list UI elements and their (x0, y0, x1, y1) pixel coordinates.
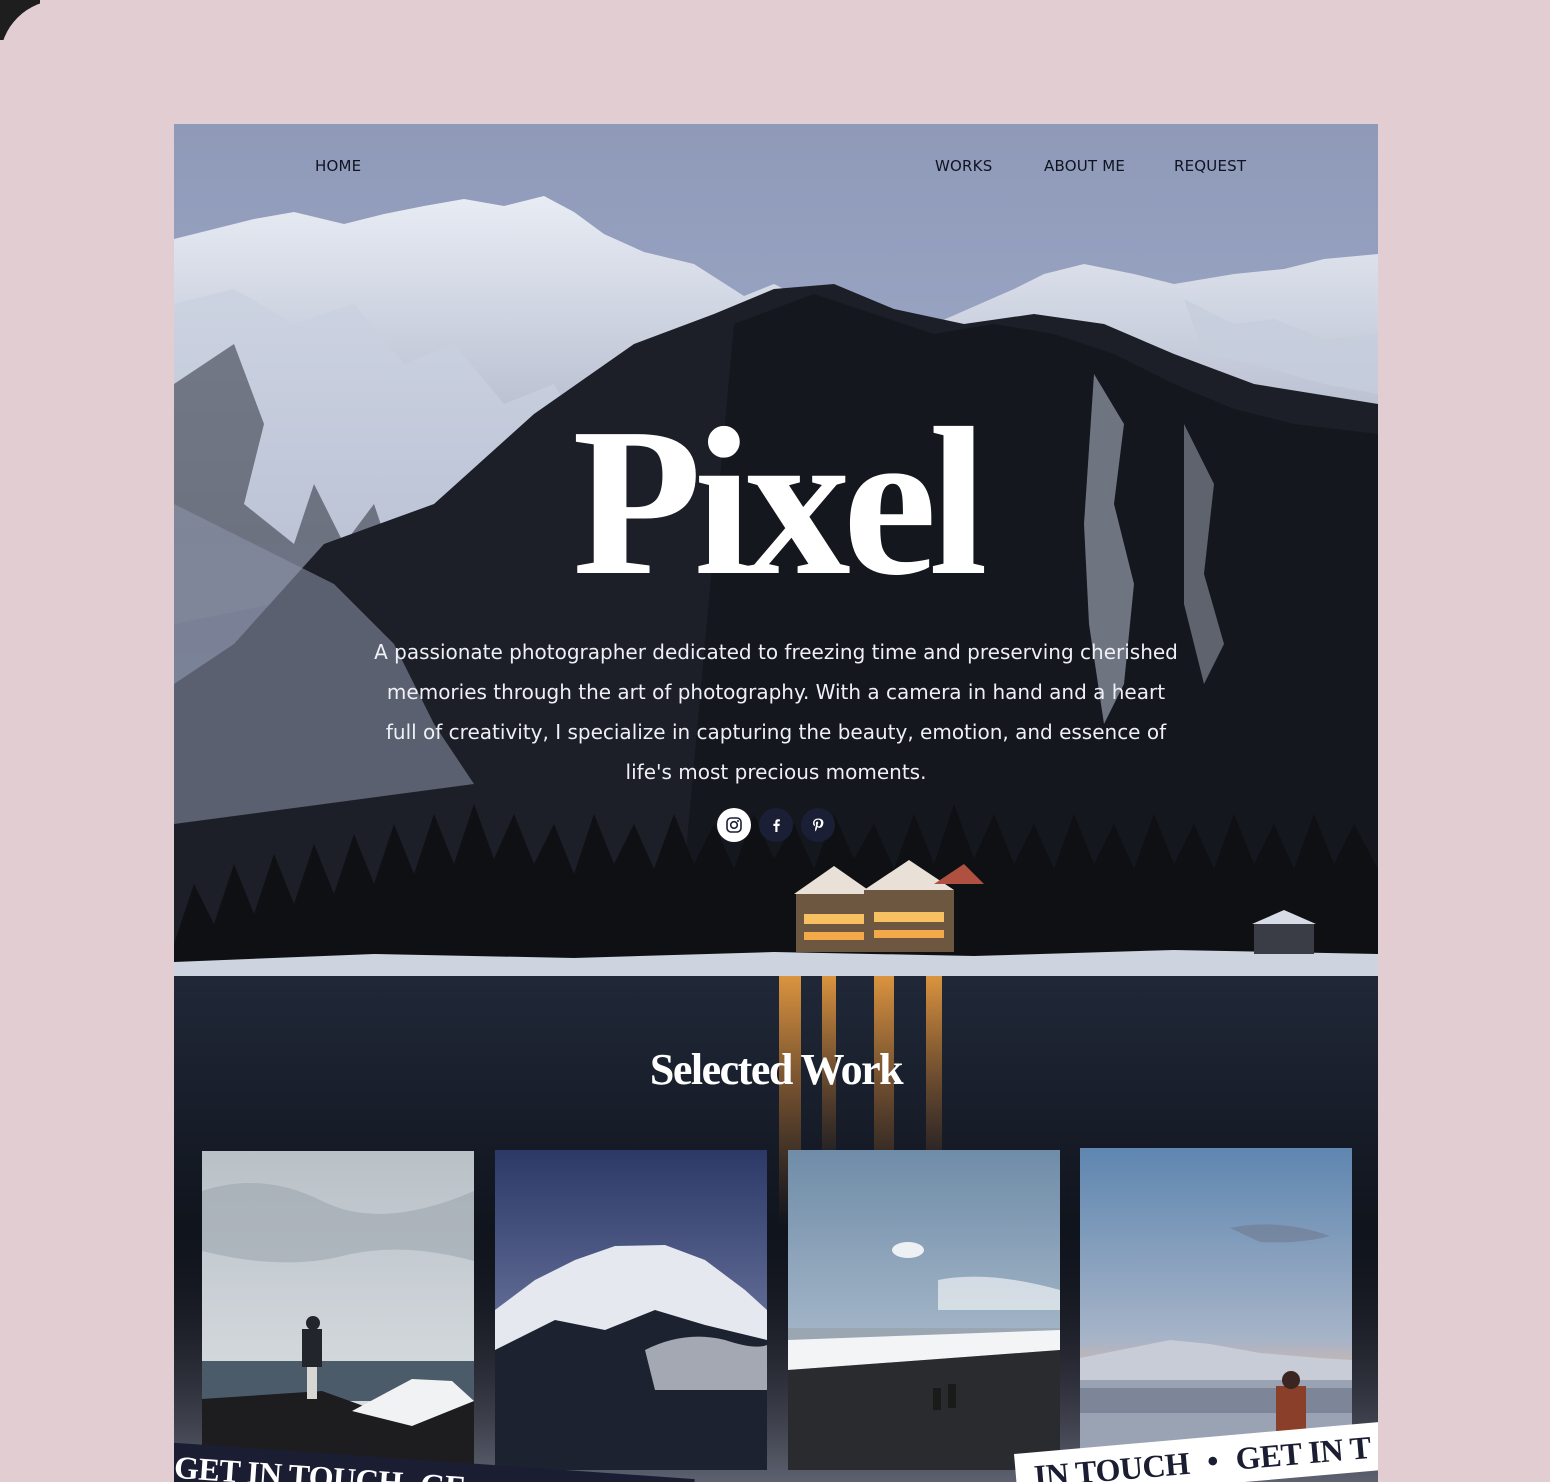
top-navigation: HOME WORKS ABOUT ME REQUEST (174, 124, 1378, 208)
site-brand-title: Pixel (572, 384, 987, 619)
facebook-button[interactable] (759, 808, 793, 842)
banner-text-left-2: GE (419, 1466, 467, 1482)
pinterest-icon (813, 818, 824, 832)
work-card-lake-sunset[interactable] (1080, 1148, 1352, 1468)
nav-link-request[interactable]: REQUEST (1174, 156, 1246, 176)
hiker-photo (202, 1151, 474, 1471)
work-card-hiker[interactable] (202, 1151, 474, 1471)
instagram-button[interactable] (717, 808, 751, 842)
pinterest-button[interactable] (801, 808, 835, 842)
beach-couple-photo (788, 1150, 1060, 1470)
nav-link-home[interactable]: HOME (315, 156, 361, 176)
banner-text-right-1: IN TOUCH (1032, 1444, 1191, 1482)
banner-separator: • (1205, 1441, 1220, 1479)
work-card-beach-couple[interactable] (788, 1150, 1060, 1470)
lake-sunset-photo (1080, 1148, 1352, 1468)
nav-link-about-me[interactable]: ABOUT ME (1044, 156, 1125, 176)
nav-link-works[interactable]: WORKS (935, 156, 992, 176)
banner-text-right-2: GET IN T (1234, 1428, 1373, 1477)
website-preview: HOME WORKS ABOUT ME REQUEST Pixel A pass… (174, 124, 1378, 1482)
facebook-icon (773, 819, 780, 832)
hero-intro-text: A passionate photographer dedicated to f… (374, 640, 1178, 784)
work-card-mountain[interactable] (495, 1150, 767, 1470)
selected-work-heading: Selected Work (649, 1045, 904, 1094)
mountain-photo (495, 1150, 767, 1470)
instagram-icon (726, 817, 742, 833)
